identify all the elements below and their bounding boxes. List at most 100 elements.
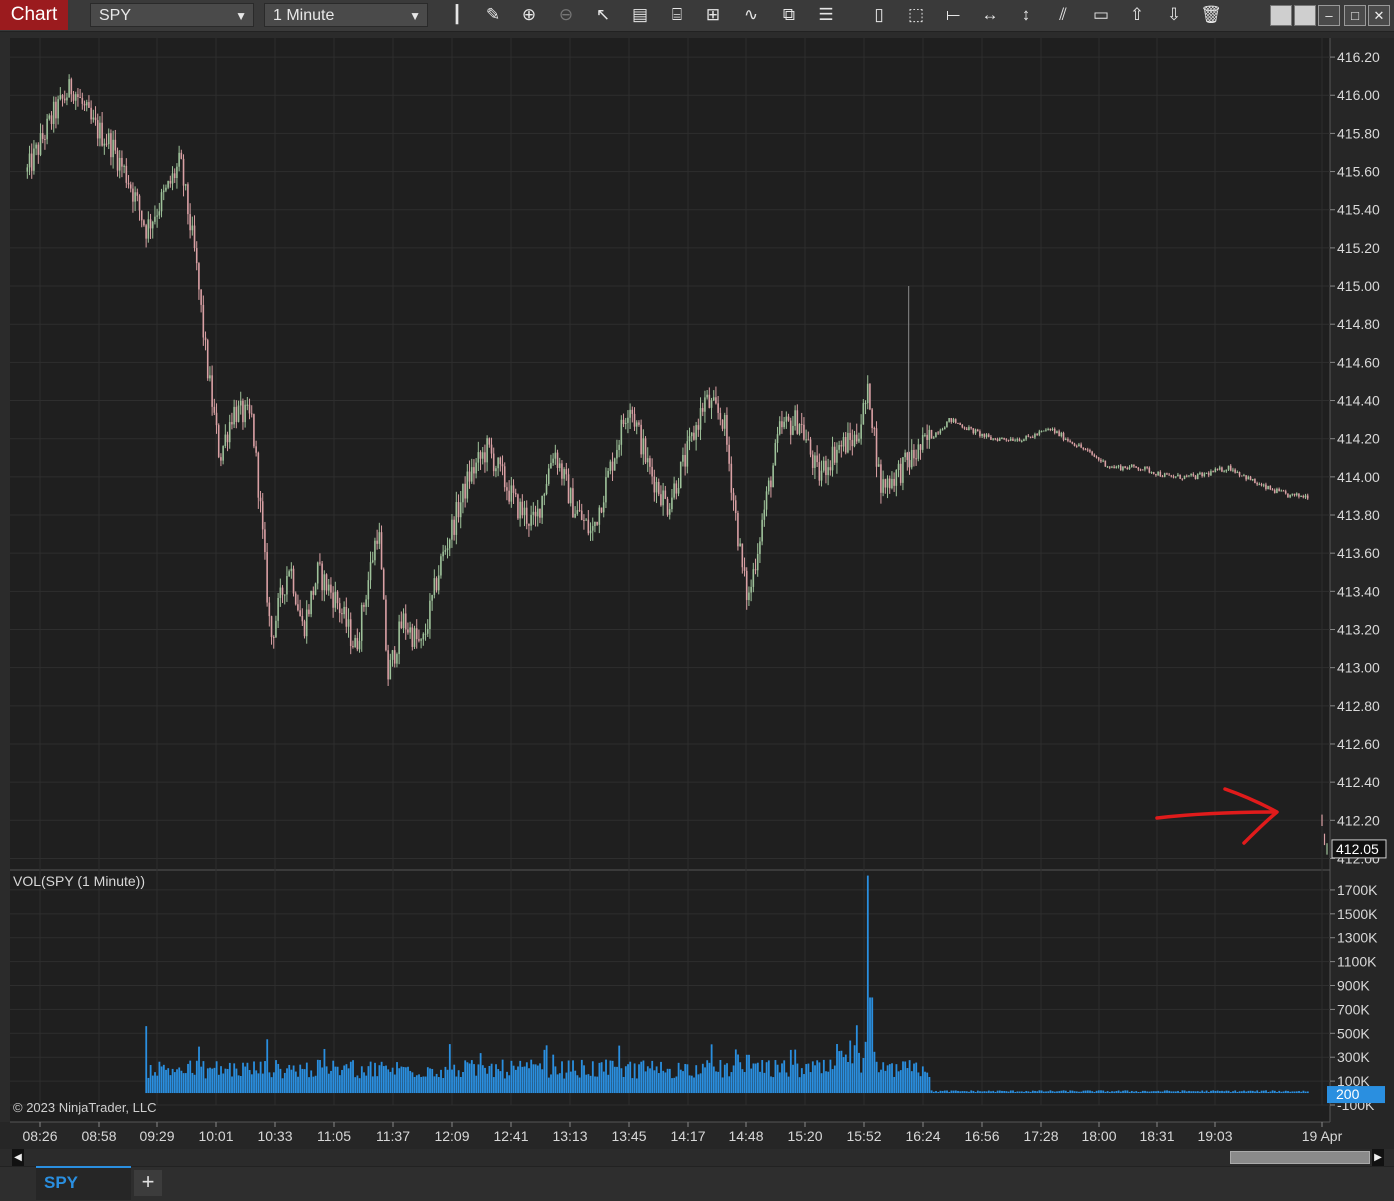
candle-body bbox=[1276, 488, 1278, 493]
volume-bar bbox=[1049, 1090, 1052, 1094]
candle-body bbox=[189, 214, 191, 231]
volume-bar bbox=[565, 1072, 568, 1094]
candle-body bbox=[1207, 472, 1210, 476]
candle-body bbox=[946, 421, 948, 428]
volume-bar bbox=[1300, 1091, 1303, 1094]
volume-bar bbox=[849, 1040, 852, 1094]
candle-body bbox=[752, 569, 755, 587]
volume-bar bbox=[655, 1066, 658, 1094]
candle-body bbox=[400, 621, 403, 629]
volume-bar bbox=[272, 1072, 275, 1094]
candle-body bbox=[701, 408, 704, 412]
candle-body bbox=[167, 180, 169, 188]
volume-bar bbox=[539, 1063, 541, 1094]
candle-body bbox=[497, 457, 499, 469]
horizontal-scrollbar[interactable]: ◀ ▶ bbox=[10, 1149, 1386, 1166]
candle-body bbox=[616, 449, 618, 459]
volume-bar bbox=[585, 1074, 588, 1094]
volume-bar bbox=[336, 1066, 339, 1094]
volume-bar bbox=[501, 1059, 504, 1094]
volume-bar bbox=[765, 1062, 768, 1094]
add-tab-button[interactable]: + bbox=[134, 1170, 162, 1196]
volume-bar bbox=[1117, 1090, 1120, 1094]
candle-body bbox=[259, 497, 262, 502]
scroll-left-icon[interactable]: ◀ bbox=[12, 1149, 24, 1166]
volume-bar bbox=[939, 1090, 942, 1094]
candle-body bbox=[633, 413, 636, 427]
volume-bar bbox=[1273, 1090, 1276, 1094]
volume-bar bbox=[211, 1068, 214, 1094]
time-axis-label: 19 Apr bbox=[1302, 1128, 1343, 1144]
copyright-text: © 2023 NinjaTrader, LLC bbox=[13, 1100, 157, 1115]
volume-bar bbox=[954, 1090, 957, 1094]
candle-body bbox=[123, 165, 125, 167]
candle-body bbox=[679, 461, 682, 488]
candle-body bbox=[754, 569, 757, 571]
volume-bar bbox=[858, 1052, 860, 1094]
volume-bar bbox=[440, 1069, 442, 1094]
candle-body bbox=[673, 483, 675, 498]
candle-body bbox=[785, 416, 788, 422]
volume-bar bbox=[380, 1061, 383, 1094]
tab-spy[interactable]: SPY bbox=[36, 1166, 131, 1200]
candle-body bbox=[585, 519, 587, 521]
candle-body bbox=[310, 590, 312, 615]
volume-series bbox=[145, 875, 1309, 1094]
candle-body bbox=[46, 118, 48, 140]
volume-bar bbox=[1084, 1090, 1087, 1094]
candle-body bbox=[675, 483, 678, 494]
volume-bar bbox=[1141, 1090, 1144, 1094]
volume-bar bbox=[957, 1090, 959, 1094]
volume-bar bbox=[391, 1067, 394, 1094]
time-axis-label: 12:09 bbox=[434, 1128, 469, 1144]
candle-body bbox=[1047, 428, 1049, 430]
volume-bar bbox=[622, 1076, 625, 1094]
candle-body bbox=[783, 421, 785, 428]
volume-bar bbox=[1009, 1090, 1012, 1094]
volume-bar bbox=[851, 1063, 854, 1094]
volume-bar bbox=[877, 1072, 880, 1094]
candle-body bbox=[1289, 494, 1291, 498]
scroll-thumb[interactable] bbox=[1230, 1151, 1370, 1164]
candle-body bbox=[81, 97, 84, 104]
candle-body bbox=[1018, 439, 1021, 442]
candle-body bbox=[660, 494, 662, 506]
volume-bar bbox=[169, 1075, 172, 1094]
chart-canvas[interactable]: 416.20 416.00 415.80 415.60 415.40 415.20 415.… bbox=[0, 0, 1394, 1166]
candle-body bbox=[539, 508, 541, 518]
candle-body bbox=[657, 481, 660, 495]
candle-body bbox=[1001, 437, 1003, 439]
volume-bar bbox=[349, 1061, 352, 1094]
candle-body bbox=[693, 432, 695, 440]
candle-body bbox=[1251, 478, 1254, 481]
candle-body bbox=[279, 587, 282, 599]
volume-bar bbox=[420, 1076, 423, 1094]
candle-body bbox=[1106, 466, 1109, 468]
volume-bar bbox=[1097, 1090, 1100, 1094]
volume-bar bbox=[292, 1065, 295, 1094]
candle-body bbox=[809, 439, 812, 455]
candle-body bbox=[811, 454, 814, 468]
volume-bar bbox=[1053, 1091, 1056, 1094]
candle-body bbox=[334, 591, 337, 608]
volume-bar bbox=[316, 1059, 319, 1094]
volume-bar bbox=[1298, 1091, 1300, 1094]
scroll-right-icon[interactable]: ▶ bbox=[1372, 1149, 1384, 1166]
volume-bar bbox=[525, 1062, 528, 1094]
candle-body bbox=[1139, 469, 1142, 471]
volume-bar bbox=[666, 1068, 669, 1094]
candle-body bbox=[475, 462, 477, 474]
volume-bar bbox=[1212, 1090, 1215, 1094]
volume-bar bbox=[299, 1064, 302, 1094]
candle-body bbox=[594, 521, 596, 527]
candle-body bbox=[836, 449, 838, 463]
time-axis-label: 13:45 bbox=[611, 1128, 646, 1144]
volume-bar bbox=[589, 1075, 592, 1094]
candle-body bbox=[572, 488, 574, 518]
candle-body bbox=[1185, 475, 1188, 477]
volume-bar bbox=[334, 1066, 337, 1094]
candle-body bbox=[1302, 495, 1305, 498]
volume-bar bbox=[620, 1068, 623, 1094]
candle-body bbox=[919, 444, 922, 450]
volume-bar bbox=[424, 1076, 427, 1094]
